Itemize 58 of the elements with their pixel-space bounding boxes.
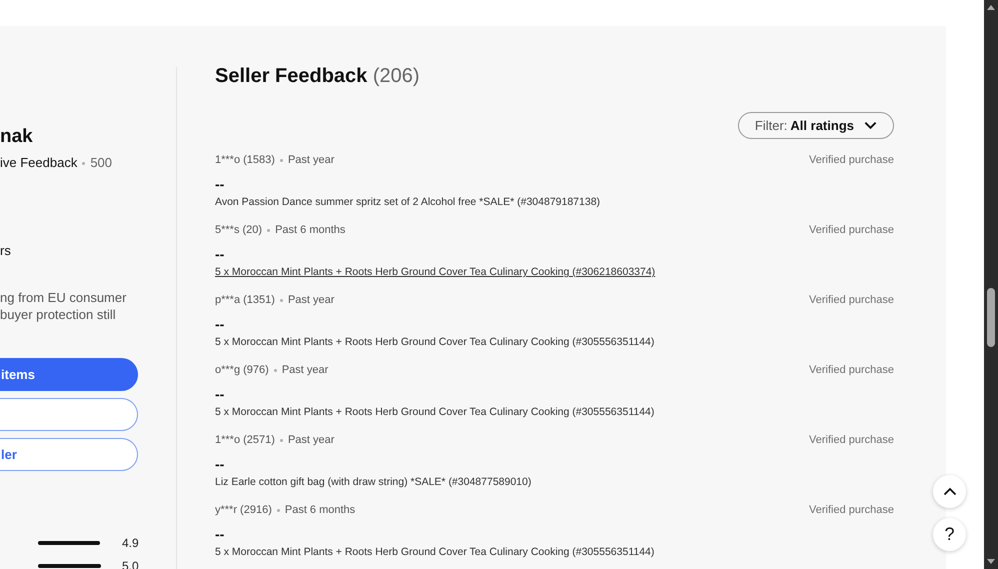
- buyer-name: 1***o (2571): [215, 433, 275, 448]
- buyer-name: y***r (2916): [215, 503, 272, 518]
- feedback-count: (206): [372, 65, 420, 87]
- scrollbar-thumb[interactable]: [987, 288, 995, 347]
- buyer-name: p***a (1351): [215, 293, 275, 308]
- verified-label: Verified purchase: [809, 503, 894, 518]
- rating-bar: [38, 564, 101, 568]
- seller-name: nak: [0, 126, 34, 148]
- scrollbar[interactable]: [984, 0, 998, 569]
- separator-dot: [280, 158, 283, 162]
- separator-dot: [276, 508, 280, 512]
- seller-button[interactable]: ler: [0, 438, 138, 471]
- buyer-name: o***g (976): [215, 363, 269, 378]
- feedback-time: Past year: [288, 433, 334, 448]
- verified-label: Verified purchase: [809, 433, 894, 448]
- back-to-top-button[interactable]: [933, 475, 966, 508]
- item-link[interactable]: 5 x Moroccan Mint Plants + Roots Herb Ground Cover Tea Culinary Cooking (#305556351144): [215, 545, 894, 559]
- feedback-comment: --: [215, 246, 226, 262]
- feedback-comment: --: [215, 526, 226, 542]
- verified-label: Verified purchase: [809, 153, 894, 168]
- item-link[interactable]: 5 x Moroccan Mint Plants + Roots Herb Ground Cover Tea Culinary Cooking (#306218603374): [215, 265, 894, 279]
- verified-label: Verified purchase: [809, 293, 894, 308]
- item-link[interactable]: 5 x Moroccan Mint Plants + Roots Herb Ground Cover Tea Culinary Cooking (#305556351144): [215, 405, 894, 419]
- feedback-time: Past year: [288, 293, 334, 308]
- notice-text: buyer protection still: [0, 306, 117, 323]
- separator-dot: [280, 298, 283, 302]
- feedback-comment: --: [215, 386, 226, 402]
- separator-dot: [280, 438, 283, 442]
- buyer-name: 1***o (1583): [215, 153, 275, 168]
- buyer-name: 5***s (20): [215, 223, 262, 238]
- feedback-comment: --: [215, 456, 226, 472]
- feedback-label: ive Feedback: [0, 154, 78, 172]
- feedback-time: Past 6 months: [284, 503, 356, 518]
- notice-text: ng from EU consumer: [0, 289, 128, 306]
- verified-label: Verified purchase: [809, 363, 894, 378]
- item-link[interactable]: Liz Earle cotton gift bag (with draw string) *SALE* (#304877589010): [215, 475, 894, 489]
- separator-dot: [274, 368, 277, 372]
- chevron-down-icon: [864, 121, 877, 130]
- verified-label: Verified purchase: [809, 223, 894, 238]
- filter-dropdown[interactable]: Filter: All ratings: [738, 112, 894, 139]
- feedback-comment: --: [215, 176, 226, 192]
- seller-detail: rs: [0, 242, 12, 260]
- item-link[interactable]: Avon Passion Dance summer spritz set of 2 Alcohol free *SALE* (#304879187138): [215, 195, 894, 209]
- feedback-count: 500: [90, 154, 112, 172]
- feedback-time: Past 6 months: [275, 223, 346, 238]
- help-button[interactable]: ?: [933, 518, 966, 551]
- seller-button[interactable]: items: [0, 358, 138, 391]
- seller-button[interactable]: [0, 398, 138, 431]
- chevron-up-icon: [942, 487, 956, 496]
- separator-dot: [82, 162, 86, 164]
- section-title: Seller Feedback: [215, 65, 368, 87]
- item-link[interactable]: 5 x Moroccan Mint Plants + Roots Herb Ground Cover Tea Culinary Cooking (#305556351144): [215, 335, 894, 349]
- feedback-comment: --: [215, 316, 226, 332]
- rating-bar: [38, 540, 101, 544]
- feedback-time: Past year: [288, 153, 334, 168]
- feedback-time: Past year: [282, 363, 328, 378]
- rating-value: 4.9: [122, 536, 139, 550]
- separator-dot: [267, 228, 270, 232]
